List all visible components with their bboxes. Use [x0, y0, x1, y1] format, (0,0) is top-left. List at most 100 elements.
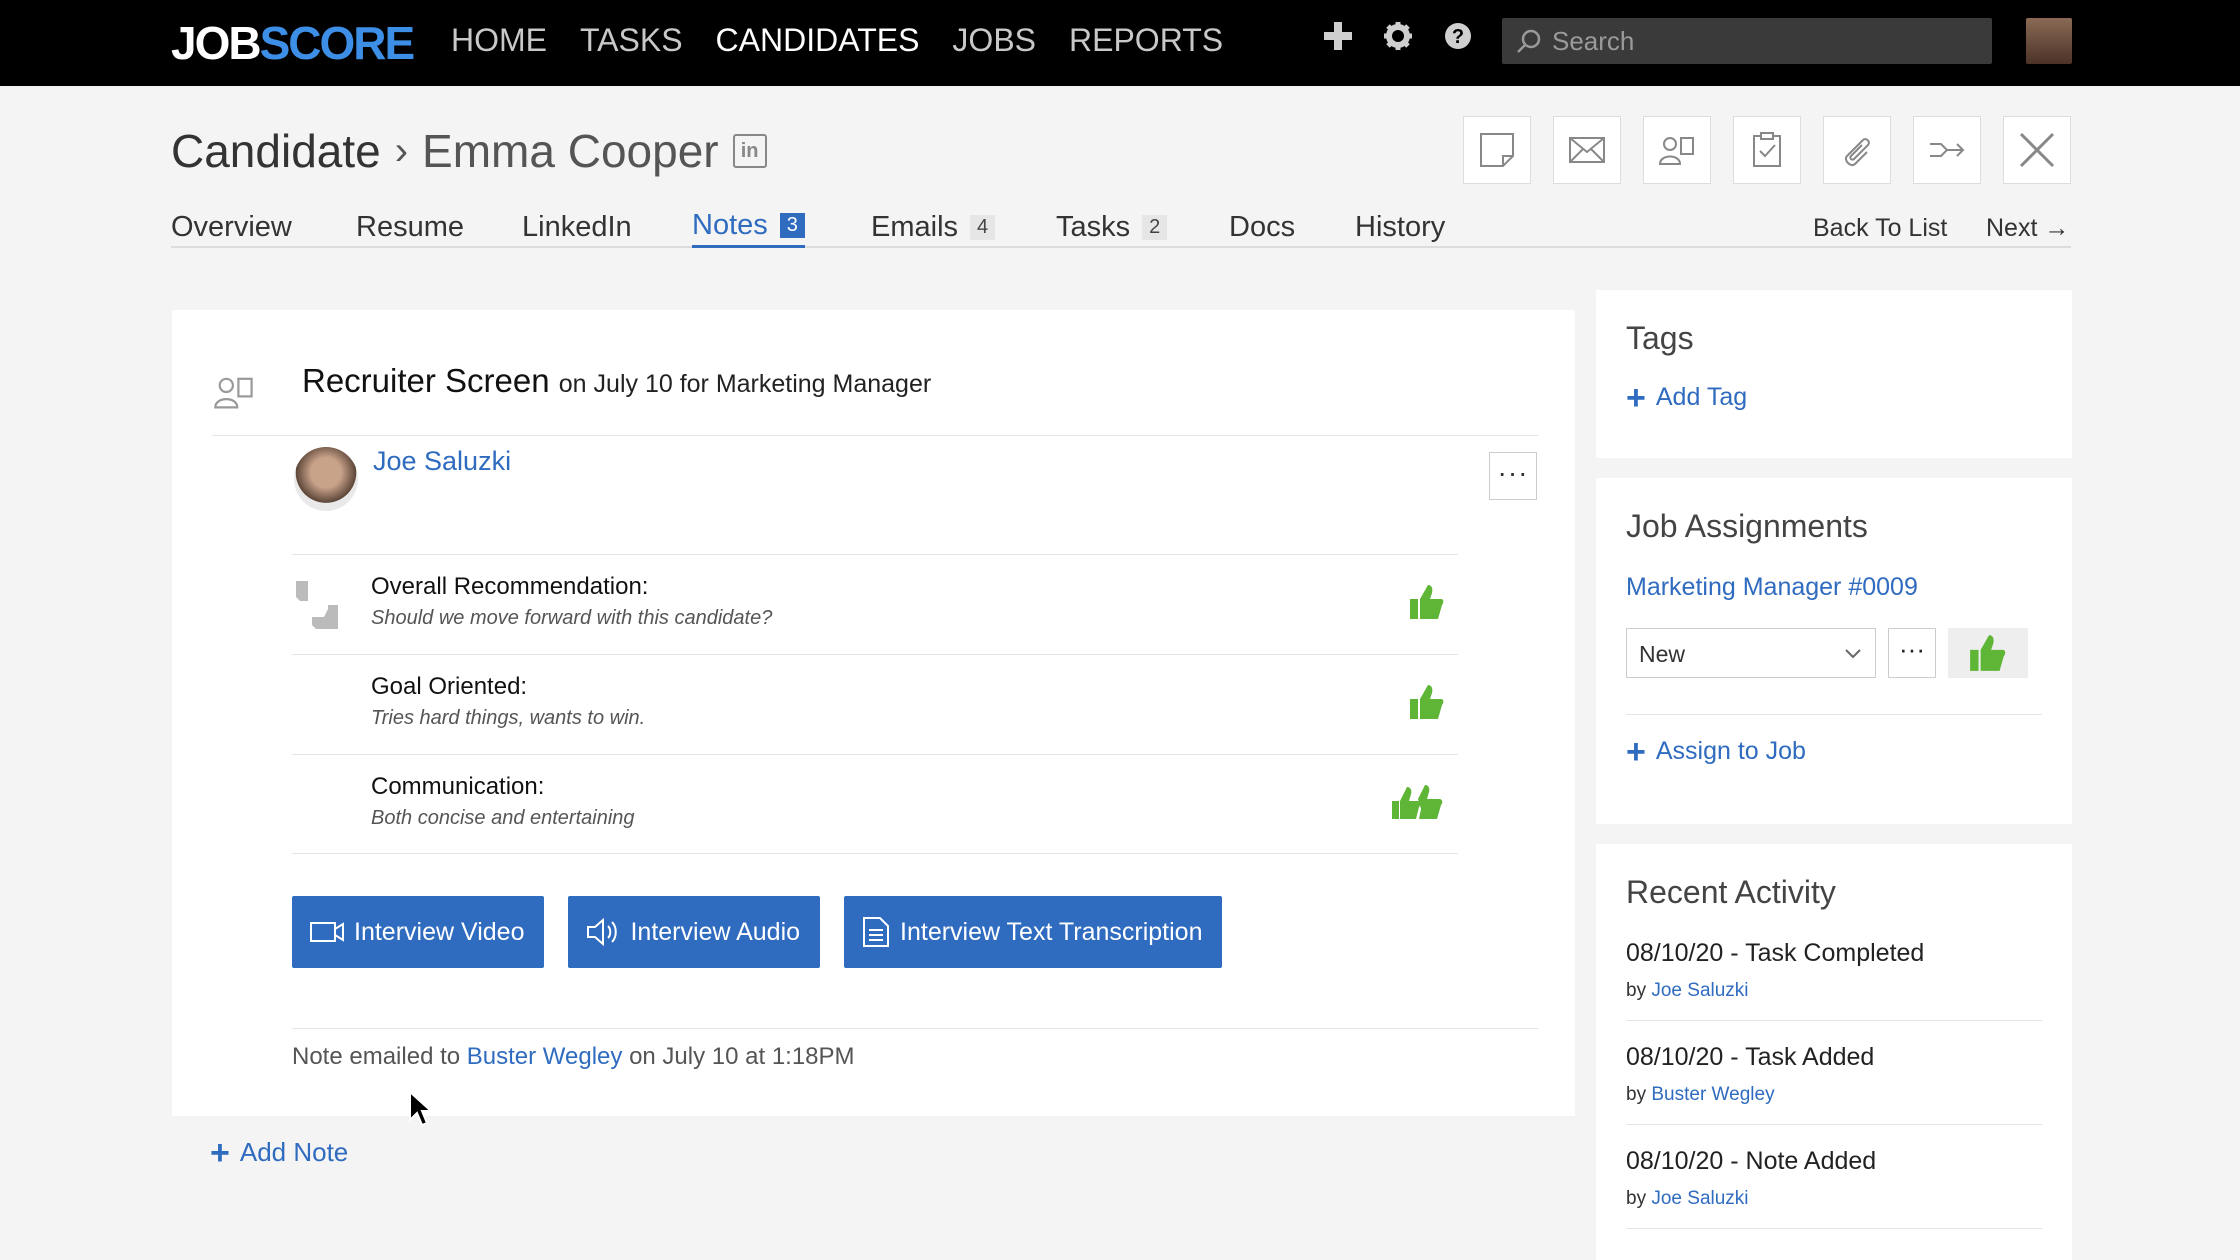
job-more-button[interactable]: ··· — [1888, 628, 1936, 678]
rating-label: Goal Oriented: — [371, 673, 528, 700]
user-avatar[interactable] — [2026, 18, 2072, 64]
interview-video-button[interactable]: Interview Video — [292, 896, 545, 968]
activity-user-link[interactable]: Joe Saluzki — [1651, 1188, 1748, 1209]
rating-description: Tries hard things, wants to win. — [371, 707, 646, 729]
clipboard-check-icon — [1753, 132, 1781, 167]
interview-button[interactable] — [1643, 116, 1711, 184]
mouse-cursor-icon — [409, 1090, 434, 1127]
activity-by: by Joe Saluzki — [1626, 980, 2042, 1002]
tab-label: Notes — [692, 209, 768, 241]
tab-history[interactable]: History — [1355, 206, 1445, 248]
breadcrumb: Candidate › Emma Cooper in — [171, 124, 767, 178]
assign-label: Assign to Job — [1655, 737, 1806, 765]
share-button[interactable] — [1913, 116, 1981, 184]
note-header: Recruiter Screen on July 10 for Marketin… — [212, 362, 1538, 436]
assign-to-job-link[interactable]: + Assign to Job — [1626, 732, 2042, 771]
svg-text:?: ? — [1452, 26, 1464, 48]
two-thumbs-up-icon[interactable] — [1392, 783, 1444, 821]
note-button[interactable] — [1463, 116, 1531, 184]
breadcrumb-separator: › — [394, 128, 409, 173]
tab-label: Docs — [1229, 210, 1296, 243]
note-meta: on July 10 for Marketing Manager — [558, 370, 932, 398]
tab-tasks[interactable]: Tasks 2 — [1056, 206, 1168, 248]
nav-home[interactable]: HOME — [451, 22, 547, 59]
add-tag-link[interactable]: + Add Tag — [1626, 378, 2042, 417]
search-input[interactable] — [1552, 25, 1972, 57]
activity-user-link[interactable]: Buster Wegley — [1651, 1084, 1774, 1105]
add-note-link[interactable]: + Add Note — [210, 1133, 348, 1172]
video-camera-icon — [310, 922, 344, 942]
plus-icon: + — [1626, 732, 1646, 771]
thumbs-up-icon[interactable] — [1410, 683, 1444, 721]
linkedin-icon[interactable]: in — [732, 134, 767, 168]
tab-label: Emails — [871, 210, 959, 243]
stage-select[interactable]: New — [1626, 628, 1876, 678]
thumbs-up-icon — [1970, 635, 2006, 671]
job-rating-button[interactable] — [1948, 628, 2028, 678]
reject-button[interactable] — [2003, 116, 2071, 184]
thumbs-up-icon[interactable] — [1410, 583, 1444, 621]
task-button[interactable] — [1733, 116, 1801, 184]
rating-label: Overall Recommendation: — [371, 573, 649, 600]
gear-icon[interactable] — [1382, 20, 1414, 60]
back-to-list-link[interactable]: Back To List — [1813, 214, 1947, 243]
sticky-note-icon — [1480, 133, 1514, 167]
activity-user-link[interactable]: Joe Saluzki — [1651, 980, 1748, 1001]
next-link[interactable]: Next → — [1986, 214, 2069, 243]
email-button[interactable] — [1553, 116, 1621, 184]
help-icon[interactable]: ? — [1442, 20, 1474, 60]
nav-jobs[interactable]: JOBS — [952, 22, 1036, 59]
job-link[interactable]: Marketing Manager #0009 — [1626, 573, 2042, 602]
note-more-button[interactable]: ··· — [1489, 452, 1537, 500]
thumbs-rating-icon — [296, 581, 338, 629]
activity-text: 08/10/20 - Task Completed — [1626, 939, 1925, 967]
activity-item: 08/10/20 - Task Completed by Joe Saluzki — [1626, 911, 2042, 1021]
tab-linkedin[interactable]: LinkedIn — [522, 206, 632, 248]
job-assignments-panel: Job Assignments Marketing Manager #0009 … — [1596, 478, 2072, 824]
jobscore-logo[interactable]: JOBSCORE — [171, 16, 415, 70]
interview-icon — [1658, 137, 1694, 165]
tab-overview[interactable]: Overview — [171, 206, 292, 248]
button-label: Interview Video — [354, 917, 525, 946]
activity-text: 08/10/20 - Task Added — [1626, 1043, 1875, 1071]
interview-transcription-button[interactable]: Interview Text Transcription — [844, 896, 1223, 968]
ratings-list: Overall Recommendation: Should we move f… — [292, 554, 1458, 854]
job-assignments-title: Job Assignments — [1626, 508, 1868, 544]
by-prefix: by — [1626, 1188, 1647, 1209]
note-title: Recruiter Screen on July 10 for Marketin… — [302, 362, 931, 400]
nav-tasks[interactable]: TASKS — [580, 22, 683, 59]
main-nav: HOME TASKS CANDIDATES JOBS REPORTS — [451, 22, 1223, 59]
tab-label: Overview — [171, 210, 292, 243]
tab-emails[interactable]: Emails 4 — [871, 206, 996, 248]
tab-label: History — [1355, 210, 1446, 243]
envelope-icon — [1569, 137, 1605, 163]
tab-resume[interactable]: Resume — [356, 206, 464, 248]
stage-value: New — [1639, 641, 1686, 667]
plus-icon: + — [210, 1133, 230, 1172]
by-prefix: by — [1626, 980, 1647, 1001]
tab-notes[interactable]: Notes 3 — [692, 206, 805, 248]
add-tag-label: Add Tag — [1655, 383, 1748, 411]
activity-by: by Joe Saluzki — [1626, 1188, 2042, 1210]
rating-row: Communication: Both concise and entertai… — [292, 754, 1458, 854]
interview-audio-button[interactable]: Interview Audio — [568, 896, 821, 968]
search-box[interactable] — [1502, 18, 1992, 64]
interview-icon — [214, 377, 253, 409]
add-icon[interactable] — [1322, 20, 1354, 60]
tab-count-badge: 3 — [779, 213, 805, 238]
note-footer: Note emailed to Buster Wegley on July 10… — [292, 1028, 1538, 1071]
button-label: Interview Text Transcription — [900, 917, 1203, 946]
activity-by: by Buster Wegley — [1626, 1084, 2042, 1106]
recipient-link[interactable]: Buster Wegley — [467, 1043, 623, 1070]
rating-description: Should we move forward with this candida… — [371, 607, 773, 629]
nav-candidates[interactable]: CANDIDATES — [716, 22, 920, 59]
plus-icon: + — [1626, 378, 1646, 417]
author-link[interactable]: Joe Saluzki — [373, 446, 511, 477]
breadcrumb-candidate[interactable]: Candidate — [171, 124, 381, 178]
rating-description: Both concise and entertaining — [371, 807, 635, 829]
attach-button[interactable] — [1823, 116, 1891, 184]
candidate-name: Emma Cooper — [422, 125, 719, 177]
button-label: Interview Audio — [630, 917, 801, 946]
nav-reports[interactable]: REPORTS — [1069, 22, 1223, 59]
tab-docs[interactable]: Docs — [1229, 206, 1295, 248]
